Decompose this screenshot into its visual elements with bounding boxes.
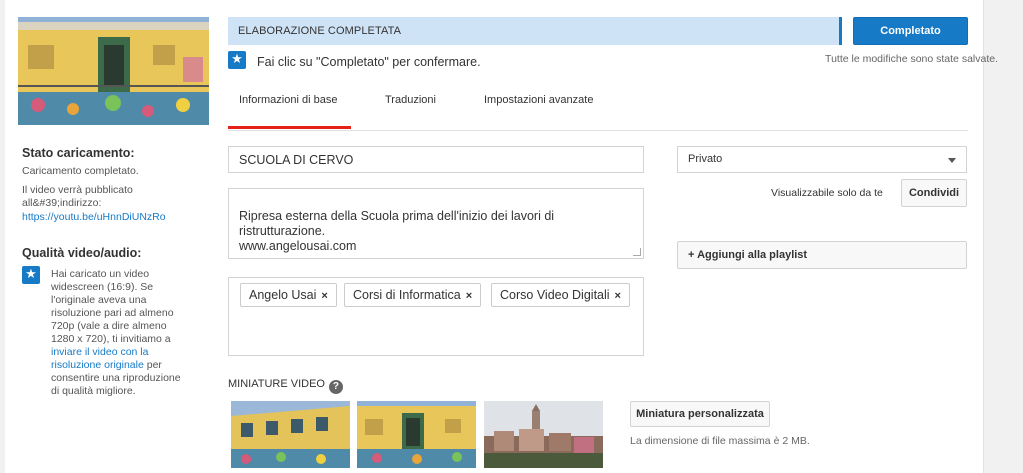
school-side-image <box>231 401 350 468</box>
description-textarea[interactable]: Ripresa esterna della Scuola prima dell'… <box>228 188 644 259</box>
resize-handle[interactable] <box>633 248 641 256</box>
tag-label: Angelo Usai <box>249 288 317 302</box>
tab-basic-info[interactable]: Informazioni di base <box>239 94 337 106</box>
tag-chip: Corso Video Digitali × <box>491 283 630 307</box>
confirm-star-icon: ★ <box>228 51 246 69</box>
remove-tag-icon[interactable]: × <box>466 290 472 302</box>
custom-thumbnail-button[interactable]: Miniatura personalizzata <box>630 401 770 427</box>
video-url-link[interactable]: https://youtu.be/uHnnDiUNzRo <box>22 211 166 224</box>
video-thumbnail[interactable] <box>18 17 209 125</box>
quality-text: Hai caricato un video widescreen (16:9).… <box>51 268 191 398</box>
tags-input[interactable]: Angelo Usai × Corsi di Informatica × Corso… <box>228 277 644 356</box>
active-tab-indicator <box>228 126 351 129</box>
tag-chip: Angelo Usai × <box>240 283 337 307</box>
thumbnail-option[interactable] <box>357 401 476 468</box>
school-photo-image <box>18 17 209 125</box>
tab-translations[interactable]: Traduzioni <box>385 94 436 106</box>
share-button[interactable]: Condividi <box>901 179 967 207</box>
quality-title: Qualità video/audio: <box>22 246 142 260</box>
add-to-playlist-button[interactable]: + Aggiungi alla playlist <box>677 241 967 269</box>
tag-chip: Corsi di Informatica × <box>344 283 482 307</box>
remove-tag-icon[interactable]: × <box>321 290 327 302</box>
tabs-divider <box>228 130 968 131</box>
info-star-icon: ★ <box>22 266 40 284</box>
thumbnail-option[interactable] <box>231 401 350 468</box>
tag-label: Corso Video Digitali <box>500 288 610 302</box>
privacy-selected-value: Privato <box>688 153 723 165</box>
thumbnails-title: MINIATURE VIDEO? <box>228 378 343 394</box>
done-button[interactable]: Completato <box>853 17 968 45</box>
title-input[interactable]: SCUOLA DI CERVO <box>228 146 644 173</box>
upload-status-text: Caricamento completato. <box>22 165 139 177</box>
thumbnail-option[interactable] <box>484 401 603 468</box>
max-size-note: La dimensione di file massima è 2 MB. <box>630 435 810 447</box>
school-front-image <box>357 401 476 468</box>
tag-label: Corsi di Informatica <box>353 288 461 302</box>
thumbnails-title-text: MINIATURE VIDEO <box>228 378 325 390</box>
caret-down-icon <box>948 158 956 163</box>
publish-note: Il video verrà pubblicato all&#39;indiri… <box>22 184 133 209</box>
saved-status: Tutte le modifiche sono state salvate. <box>825 53 998 65</box>
upload-original-link[interactable]: inviare il video con la risoluzione orig… <box>51 346 148 371</box>
confirm-text: Fai clic su "Completato" per confermare. <box>257 55 481 69</box>
tab-advanced-settings[interactable]: Impostazioni avanzate <box>484 94 593 106</box>
remove-tag-icon[interactable]: × <box>615 290 621 302</box>
upload-status-title: Stato caricamento: <box>22 146 135 160</box>
visibility-note: Visualizzabile solo da te <box>771 187 883 199</box>
privacy-select[interactable]: Privato <box>677 146 967 173</box>
processing-status-bar: ELABORAZIONE COMPLETATA <box>228 17 842 45</box>
quality-text-part1: Hai caricato un video widescreen (16:9).… <box>51 268 174 345</box>
village-image <box>484 401 603 468</box>
description-text: Ripresa esterna della Scuola prima dell'… <box>239 209 555 253</box>
processing-status-text: ELABORAZIONE COMPLETATA <box>238 25 402 37</box>
help-icon[interactable]: ? <box>328 380 343 394</box>
